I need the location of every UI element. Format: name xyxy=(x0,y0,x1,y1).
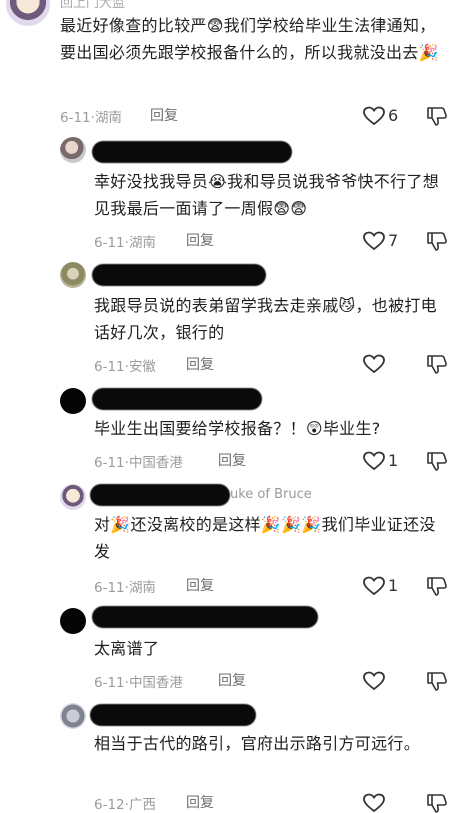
like-count: 1 xyxy=(388,576,399,595)
like-count: 1 xyxy=(388,451,399,470)
avatar[interactable] xyxy=(60,388,86,414)
heart-outline-icon[interactable] xyxy=(362,106,386,126)
redacted-username xyxy=(90,484,230,506)
heart-outline-icon[interactable] xyxy=(362,671,386,691)
like-count: 6 xyxy=(388,106,399,125)
comment-text: 太离谱了 xyxy=(94,639,160,658)
thumbs-down-outline-icon[interactable] xyxy=(426,793,448,813)
thumbs-down-outline-icon[interactable] xyxy=(426,451,448,471)
redacted-username xyxy=(92,141,292,163)
thumbs-down-outline-icon[interactable] xyxy=(426,354,448,374)
comment-text: 毕业生出国要给学校报备？！😲毕业生? xyxy=(94,419,381,438)
reply-button[interactable]: 回复 xyxy=(186,354,214,374)
comment-meta: 6-12·广西 xyxy=(94,797,156,813)
comment-text: 最近好像查的比较严😨我们学校给毕业生法律通知，要出国必须先跟学校报备什么的，所以… xyxy=(60,16,439,62)
thumbs-down-outline-icon[interactable] xyxy=(426,231,448,251)
heart-outline-icon[interactable] xyxy=(362,793,386,813)
avatar[interactable] xyxy=(6,0,50,26)
clipped-username: 回上门大监 xyxy=(60,0,126,11)
comment-text: 我跟导员说的表弟留学我去走亲戚😼，也被打电话好几次，银行的 xyxy=(94,296,437,342)
heart-outline-icon[interactable] xyxy=(362,451,386,471)
comment-meta: 6-11·安徽 xyxy=(94,359,156,375)
comment-text: 相当于古代的路引，官府出示路引方可远行。 xyxy=(94,734,421,753)
avatar[interactable] xyxy=(60,703,86,729)
avatar[interactable] xyxy=(60,484,86,510)
reply-button[interactable]: 回复 xyxy=(218,670,246,690)
heart-outline-icon[interactable] xyxy=(362,576,386,596)
reply-button[interactable]: 回复 xyxy=(150,105,178,125)
like-count: 7 xyxy=(388,231,399,250)
avatar[interactable] xyxy=(60,137,86,163)
comment-meta: 6-11·中国香港 xyxy=(94,455,183,471)
comment-meta: 6-11·湖南 xyxy=(94,235,156,251)
comment-text: 对🎉还没离校的是这样🎉🎉🎉我们毕业证还没发 xyxy=(94,515,436,561)
reply-button[interactable]: 回复 xyxy=(218,450,246,470)
comment-meta: 6-11·中国香港 xyxy=(94,675,183,691)
comment-text: 幸好没找我导员😭我和导员说我爷爷快不行了想见我最后一面请了一周假😨😨 xyxy=(94,172,439,218)
reply-button[interactable]: 回复 xyxy=(186,792,214,812)
redacted-username xyxy=(92,264,266,286)
thumbs-down-outline-icon[interactable] xyxy=(426,106,448,126)
comment-meta: 6-11·湖南 xyxy=(60,110,122,126)
avatar[interactable] xyxy=(60,262,86,288)
heart-outline-icon[interactable] xyxy=(362,231,386,251)
thumbs-down-outline-icon[interactable] xyxy=(426,671,448,691)
thumbs-down-outline-icon[interactable] xyxy=(426,576,448,596)
redacted-username xyxy=(92,606,318,628)
reply-button[interactable]: 回复 xyxy=(186,575,214,595)
reply-button[interactable]: 回复 xyxy=(186,230,214,250)
username[interactable]: uke of Bruce xyxy=(230,487,312,502)
redacted-username xyxy=(92,388,262,410)
avatar[interactable] xyxy=(60,608,86,634)
redacted-username xyxy=(90,704,256,726)
comment-meta: 6-11·湖南 xyxy=(94,580,156,596)
heart-outline-icon[interactable] xyxy=(362,354,386,374)
